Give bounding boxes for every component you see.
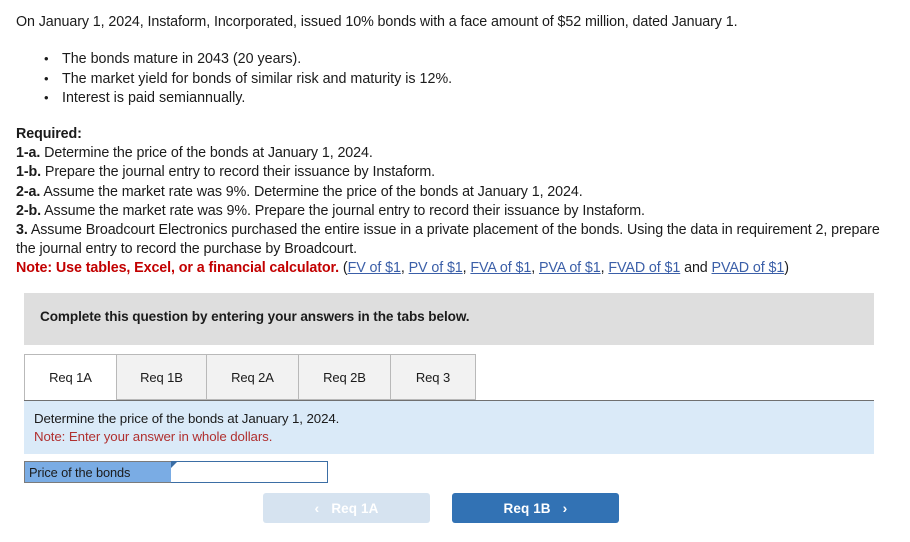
tab-label: Req 1A	[49, 370, 92, 385]
next-req-button[interactable]: Req 1B ›	[452, 493, 619, 523]
note-comma-3: ,	[531, 260, 539, 276]
requirement-label: 1-b.	[16, 164, 41, 180]
required-heading: Required:	[16, 125, 896, 144]
instruction-banner: Complete this question by entering your …	[24, 293, 874, 345]
tab-label: Req 2A	[231, 370, 274, 385]
requirement-2b: 2-b. Assume the market rate was 9%. Prep…	[16, 202, 896, 221]
link-pva-of-1[interactable]: PVA of $1	[539, 260, 601, 276]
prev-req-label: Req 1A	[331, 501, 378, 516]
note-and: and	[680, 260, 711, 276]
problem-page: On January 1, 2024, Instaform, Incorpora…	[0, 0, 910, 542]
chevron-left-icon: ‹	[315, 501, 320, 515]
tab-req-1b[interactable]: Req 1B	[117, 354, 207, 400]
requirement-1a: 1-a. Determine the price of the bonds at…	[16, 144, 896, 163]
answer-question-text: Determine the price of the bonds at Janu…	[34, 411, 339, 426]
answer-row-label: Price of the bonds	[24, 461, 172, 483]
requirement-label: 2-b.	[16, 203, 41, 219]
answer-question-note: Note: Enter your answer in whole dollars…	[34, 429, 272, 444]
tab-label: Req 1B	[140, 370, 183, 385]
instruction-text: Complete this question by entering your …	[40, 309, 469, 324]
problem-bullet-list: The bonds mature in 2043 (20 years). The…	[52, 50, 872, 109]
note-comma-1: ,	[401, 260, 409, 276]
calculator-note: Note: Use tables, Excel, or a financial …	[16, 259, 896, 278]
price-of-bonds-input[interactable]	[171, 462, 327, 482]
chevron-right-icon: ›	[563, 501, 568, 515]
link-fva-of-1[interactable]: FVA of $1	[470, 260, 531, 276]
requirement-1b: 1-b. Prepare the journal entry to record…	[16, 163, 896, 182]
requirement-text: Assume the market rate was 9%. Determine…	[43, 184, 582, 200]
list-item: The market yield for bonds of similar ri…	[52, 70, 872, 90]
problem-intro: On January 1, 2024, Instaform, Incorpora…	[16, 13, 896, 31]
link-fv-of-1[interactable]: FV of $1	[348, 260, 401, 276]
requirement-text: Assume Broadcourt Electronics purchased …	[16, 222, 880, 257]
link-pv-of-1[interactable]: PV of $1	[409, 260, 463, 276]
tab-req-2a[interactable]: Req 2A	[207, 354, 299, 400]
requirement-label: 1-a.	[16, 145, 40, 161]
note-label: Note: Use tables, Excel, or a financial …	[16, 260, 339, 276]
tab-req-1a[interactable]: Req 1A	[24, 354, 117, 401]
cell-marker-icon	[171, 462, 177, 468]
link-pvad-of-1[interactable]: PVAD of $1	[712, 260, 785, 276]
requirement-text: Assume the market rate was 9%. Prepare t…	[44, 203, 645, 219]
note-open-paren: (	[339, 260, 348, 276]
answer-row: Price of the bonds	[24, 461, 328, 483]
tab-label: Req 3	[416, 370, 450, 385]
tab-req-3[interactable]: Req 3	[391, 354, 476, 400]
list-item: The bonds mature in 2043 (20 years).	[52, 50, 872, 70]
tab-label: Req 2B	[323, 370, 366, 385]
note-close-paren: )	[784, 260, 789, 276]
tab-req-2b[interactable]: Req 2B	[299, 354, 391, 400]
link-fvad-of-1[interactable]: FVAD of $1	[608, 260, 680, 276]
answer-input-cell[interactable]	[171, 461, 328, 483]
requirement-label: 2-a.	[16, 184, 40, 200]
requirement-text: Determine the price of the bonds at Janu…	[44, 145, 373, 161]
required-section: Required: 1-a. Determine the price of th…	[16, 125, 896, 279]
list-item: Interest is paid semiannually.	[52, 89, 872, 109]
requirement-text: Prepare the journal entry to record thei…	[45, 164, 435, 180]
next-req-label: Req 1B	[504, 501, 551, 516]
tab-strip: Req 1A Req 1B Req 2A Req 2B Req 3	[24, 354, 476, 400]
prev-req-button[interactable]: ‹ Req 1A	[263, 493, 430, 523]
requirement-2a: 2-a. Assume the market rate was 9%. Dete…	[16, 183, 896, 202]
navigation-buttons: ‹ Req 1A Req 1B ›	[263, 493, 619, 523]
requirement-3: 3. Assume Broadcourt Electronics purchas…	[16, 221, 896, 259]
requirement-label: 3.	[16, 222, 28, 238]
answer-question-panel: Determine the price of the bonds at Janu…	[24, 400, 874, 454]
